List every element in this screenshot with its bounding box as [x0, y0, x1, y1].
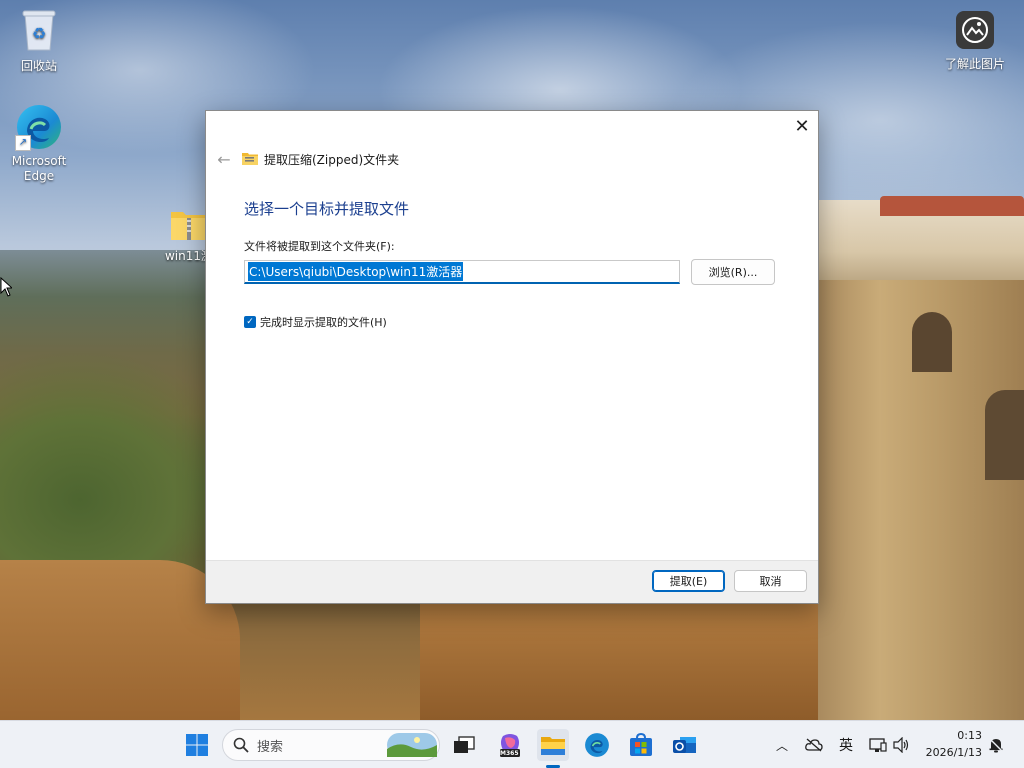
- file-explorer-icon: [541, 737, 565, 755]
- outlook-button[interactable]: [669, 729, 701, 761]
- bell-icon: [988, 737, 1004, 753]
- search-placeholder: 搜索: [257, 739, 284, 755]
- edge-icon: [585, 733, 609, 757]
- store-icon: [630, 733, 652, 756]
- dialog-title: 提取压缩(Zipped)文件夹: [242, 149, 399, 169]
- camera-info-icon: [939, 10, 1011, 54]
- wallpaper-roofs: [880, 196, 1024, 216]
- cloud-off-icon: [805, 738, 823, 752]
- dialog-footer: 提取(E) 取消: [206, 560, 818, 603]
- windows-logo-icon: [186, 734, 208, 756]
- edge-icon: ↗: [15, 103, 63, 151]
- dialog-title-text: 提取压缩(Zipped)文件夹: [264, 152, 400, 167]
- destination-path-input[interactable]: C:\Users\qiubi\Desktop\win11激活器: [244, 260, 680, 284]
- browse-button[interactable]: 浏览(R)...: [691, 259, 775, 285]
- desktop-icon-edge[interactable]: ↗ Microsoft Edge: [4, 103, 74, 184]
- dialog-heading: 选择一个目标并提取文件: [244, 200, 410, 218]
- mouse-cursor-icon: [0, 276, 14, 300]
- extract-button[interactable]: 提取(E): [652, 570, 725, 592]
- chevron-up-icon: ︿: [775, 738, 788, 753]
- search-highlight-image-icon: [387, 733, 437, 761]
- m365-label: M365: [500, 750, 519, 757]
- network-icon: [869, 738, 887, 752]
- recycle-bin-icon: ♻: [4, 8, 74, 56]
- wallpaper-arch: [985, 390, 1024, 480]
- show-files-checkbox-label: 完成时显示提取的文件(H): [260, 316, 387, 329]
- clock-time[interactable]: 0:13: [922, 729, 982, 742]
- taskbar-search-box[interactable]: 搜索: [222, 729, 440, 761]
- edge-taskbar-button[interactable]: [581, 729, 613, 761]
- microsoft-store-button[interactable]: [625, 729, 657, 761]
- taskbar: 搜索 M365 ︿ 英 0:13 2026/1/13: [0, 720, 1024, 768]
- notifications-button[interactable]: [986, 729, 1006, 761]
- extract-zip-dialog: ✕ ← 提取压缩(Zipped)文件夹 选择一个目标并提取文件 文件将被提取到这…: [205, 110, 819, 604]
- network-button[interactable]: [868, 729, 888, 761]
- show-hidden-icons-button[interactable]: ︿: [774, 729, 790, 761]
- back-arrow-icon: ←: [217, 149, 231, 169]
- input-method-indicator[interactable]: 英: [836, 729, 856, 761]
- back-button[interactable]: ←: [214, 149, 234, 169]
- destination-label: 文件将被提取到这个文件夹(F):: [244, 240, 395, 253]
- outlook-icon: [673, 737, 696, 753]
- svg-text:♻: ♻: [32, 24, 46, 43]
- close-button[interactable]: ✕: [786, 111, 818, 141]
- search-icon: [233, 737, 249, 753]
- clock-date[interactable]: 2026/1/13: [912, 746, 982, 759]
- desktop-icon-recycle-bin[interactable]: ♻ 回收站: [4, 8, 74, 74]
- show-files-checkbox-row[interactable]: ✓ 完成时显示提取的文件(H): [244, 314, 387, 330]
- volume-button[interactable]: [892, 729, 912, 761]
- shortcut-arrow-icon: ↗: [15, 135, 31, 151]
- desktop-icon-label: Microsoft Edge: [11, 154, 67, 183]
- file-explorer-button[interactable]: [537, 729, 569, 761]
- desktop-icon-label: 了解此图片: [944, 57, 1005, 71]
- task-view-icon: [454, 736, 475, 753]
- onedrive-status-button[interactable]: [804, 729, 824, 761]
- start-button[interactable]: [181, 729, 213, 761]
- speaker-icon: [893, 737, 909, 753]
- destination-path-selected-text: C:\Users\qiubi\Desktop\win11激活器: [248, 262, 464, 281]
- zip-folder-icon: [242, 151, 258, 168]
- task-view-button[interactable]: [448, 729, 480, 761]
- show-files-checkbox[interactable]: ✓: [244, 316, 256, 328]
- close-icon: ✕: [794, 115, 810, 137]
- wallpaper-cliff-left: [0, 560, 240, 720]
- desktop-icon-learn-about-picture[interactable]: 了解此图片: [939, 10, 1011, 72]
- microsoft-365-button[interactable]: M365: [494, 729, 526, 761]
- desktop-icon-label: 回收站: [20, 59, 57, 73]
- wallpaper-arch: [912, 312, 952, 372]
- cancel-button[interactable]: 取消: [734, 570, 807, 592]
